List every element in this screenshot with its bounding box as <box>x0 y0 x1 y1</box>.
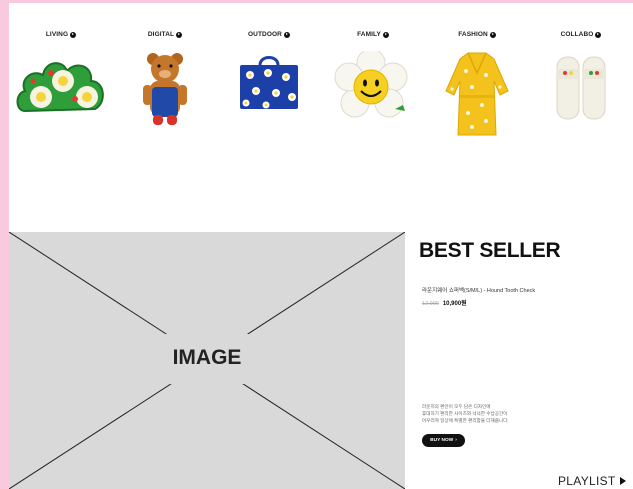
price-row: 12,000 10,900원 <box>422 298 467 307</box>
original-price: 12,000 <box>422 301 439 307</box>
playlist-label: PLAYLIST <box>558 474 616 488</box>
category-label: COLLABO <box>560 31 594 38</box>
collabo-product-image <box>529 51 633 136</box>
playlist-link[interactable]: PLAYLIST <box>558 474 626 488</box>
chevron-right-icon: › <box>455 438 457 443</box>
product-description: 라운지의 편안이 모두 담은 디자인에 휴대하기 편리한 사이즈와 넉넉한 수납… <box>422 403 602 424</box>
arrow-right-icon <box>176 31 183 38</box>
category-label: DIGITAL <box>147 31 175 38</box>
best-seller-title: BEST SELLER <box>419 239 561 262</box>
category-label: FAMILY <box>357 31 381 38</box>
description-line: 어우러져 일상에 특별한 편리함을 더해줍니다. <box>422 418 509 423</box>
description-line: 휴대하기 편리한 사이즈와 넉넉한 수납공간이 <box>422 411 508 416</box>
category-outdoor[interactable]: OUTDOOR <box>217 3 321 143</box>
fashion-product-image <box>425 51 529 136</box>
arrow-right-icon <box>595 31 602 38</box>
arrow-right-icon <box>382 31 389 38</box>
arrow-right-icon <box>489 31 496 38</box>
digital-product-image <box>113 51 217 136</box>
sale-price: 10,900원 <box>442 301 467 307</box>
product-name[interactable]: 라운지웨어 쇼퍼백(S/M/L) - Hound Tooth Check <box>422 286 535 294</box>
play-icon <box>619 477 626 485</box>
family-product-image <box>321 51 425 136</box>
page: LIVING DIGITAL OUTDOOR FAMILY FASHION CO… <box>9 3 633 489</box>
buy-now-label: BUY NOW <box>430 438 454 443</box>
category-digital[interactable]: DIGITAL <box>113 3 217 143</box>
category-fashion[interactable]: FASHION <box>425 3 529 143</box>
category-row: LIVING DIGITAL OUTDOOR FAMILY FASHION CO… <box>9 3 633 143</box>
arrow-right-icon <box>283 31 290 38</box>
hero-image-placeholder: IMAGE <box>9 232 405 489</box>
category-living[interactable]: LIVING <box>9 3 113 143</box>
buy-now-button[interactable]: BUY NOW › <box>422 434 465 447</box>
category-label: OUTDOOR <box>248 31 282 38</box>
description-line: 라운지의 편안이 모두 담은 디자인에 <box>422 404 491 409</box>
living-product-image <box>9 51 113 136</box>
arrow-right-icon <box>70 31 77 38</box>
category-collabo[interactable]: COLLABO <box>529 3 633 143</box>
outdoor-product-image <box>217 51 321 136</box>
category-label: LIVING <box>45 31 69 38</box>
category-family[interactable]: FAMILY <box>321 3 425 143</box>
category-label: FASHION <box>458 31 488 38</box>
image-placeholder-label: IMAGE <box>172 346 242 369</box>
